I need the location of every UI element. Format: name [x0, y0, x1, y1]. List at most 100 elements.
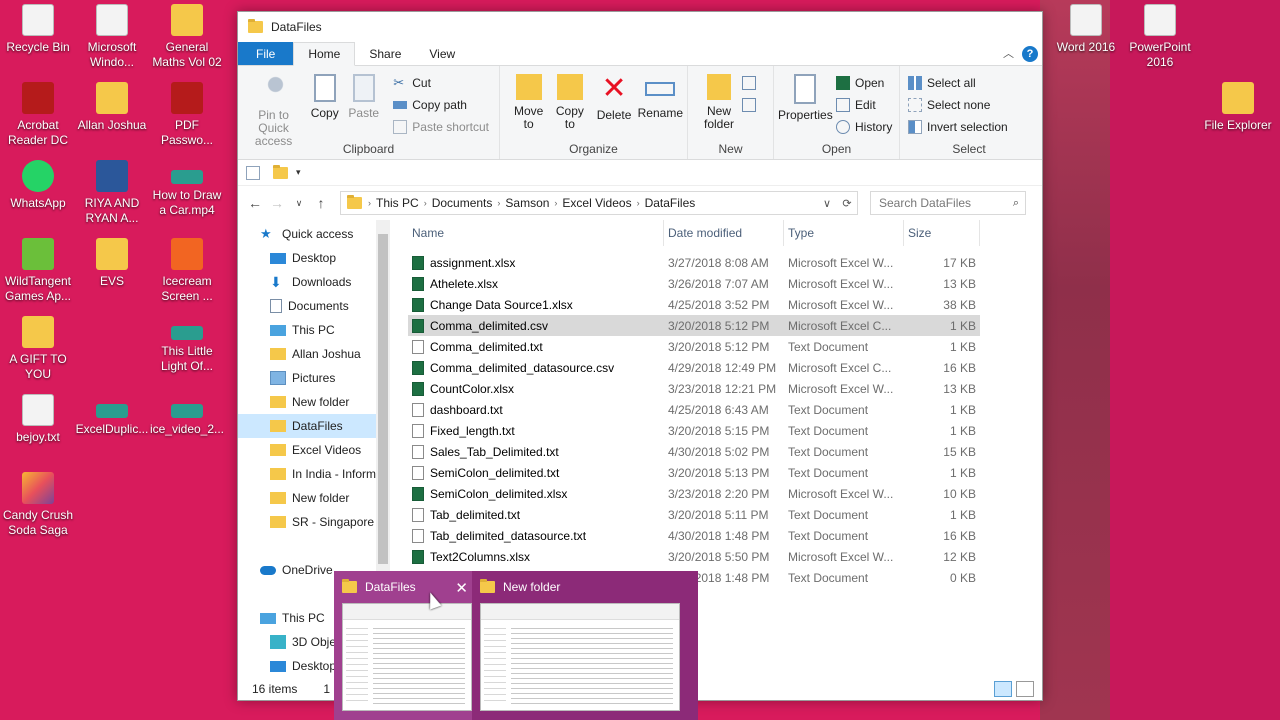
file-row[interactable]: Comma_delimited_datasource.csv 4/29/2018 …	[408, 357, 980, 378]
column-type[interactable]: Type	[784, 220, 904, 246]
file-date: 4/25/2018 6:43 AM	[668, 402, 769, 417]
file-row[interactable]: SemiColon_delimited.txt 3/20/2018 5:13 PM…	[408, 462, 980, 483]
details-view-icon[interactable]	[994, 681, 1012, 697]
nav-item[interactable]: Desktop⊸	[238, 246, 390, 270]
tab-share[interactable]: Share	[355, 42, 415, 65]
desktop-icon[interactable]: This Little Light Of...	[149, 316, 225, 374]
nav-item[interactable]: Documents⊸	[238, 294, 390, 318]
desktop-icon[interactable]: WhatsApp	[0, 160, 76, 211]
open-button[interactable]: Open	[836, 72, 898, 94]
up-arrow-icon[interactable]: ↑	[310, 195, 332, 211]
breadcrumb-item[interactable]: Documents	[427, 196, 498, 210]
desktop-icon[interactable]: bejoy.txt	[0, 394, 76, 445]
easy-access-button[interactable]	[742, 94, 767, 116]
address-bar[interactable]: › This PC › Documents › Samson › Excel Videos ›…	[340, 191, 858, 215]
desktop-icon[interactable]: Microsoft Windo...	[74, 4, 150, 70]
desktop-icon[interactable]: RIYA AND RYAN A...	[74, 160, 150, 226]
file-row[interactable]: Fixed_length.txt 3/20/2018 5:15 PM Text Do…	[408, 420, 980, 441]
desktop-icon[interactable]: File Explorer	[1199, 82, 1277, 133]
desktop-icon[interactable]: Allan Joshua	[74, 82, 150, 133]
customize-toolbar-icon[interactable]: ▾	[296, 167, 301, 178]
excel-file-icon	[412, 486, 424, 501]
copy-path-button[interactable]: Copy path	[393, 94, 495, 116]
nav-item[interactable]: DataFiles⊸	[238, 414, 390, 438]
nav-item[interactable]: SR - Singapore a	[238, 510, 390, 534]
file-size: 1 KB	[949, 339, 976, 354]
file-name: dashboard.txt	[430, 402, 503, 417]
tab-home[interactable]: Home	[293, 42, 356, 66]
desktop-icon[interactable]: ice_video_2...	[149, 394, 225, 437]
nav-item[interactable]: Excel Videos	[238, 438, 390, 462]
close-icon[interactable]: ✕	[455, 579, 468, 597]
select-none-button[interactable]: Select none	[908, 94, 1014, 116]
forward-arrow-icon[interactable]: →	[266, 195, 288, 211]
breadcrumb-item[interactable]: Samson	[500, 196, 554, 210]
breadcrumb-item[interactable]: Excel Videos	[557, 196, 636, 210]
select-all-button[interactable]: Select all	[908, 72, 1014, 94]
desktop-icon[interactable]: Recycle Bin	[0, 4, 76, 55]
history-button[interactable]: History	[836, 116, 898, 138]
breadcrumb-item[interactable]: DataFiles	[640, 196, 701, 210]
search-input[interactable]: Search DataFiles ⌕	[870, 191, 1026, 215]
recent-locations-icon[interactable]: ∨	[288, 198, 310, 209]
file-row[interactable]: Comma_delimited.csv 3/20/2018 5:12 PM Micr…	[408, 315, 980, 336]
nav-item-label: Desktop	[292, 659, 337, 673]
edit-button[interactable]: Edit	[836, 94, 898, 116]
address-dropdown-icon[interactable]: ∨	[817, 197, 837, 210]
file-row[interactable]: Text2Columns.xlsx 3/20/2018 5:50 PM Micros…	[408, 546, 980, 567]
help-icon[interactable]: ?	[1022, 46, 1038, 62]
file-row[interactable]: dashboard.txt 4/25/2018 6:43 AM Text Docum…	[408, 399, 980, 420]
nav-item[interactable]: This PC⊸	[238, 318, 390, 342]
nav-scrollbar-thumb[interactable]	[378, 234, 388, 564]
file-row[interactable]: Tab_delimited.txt 3/20/2018 5:11 PM Text D…	[408, 504, 980, 525]
preview-new-folder[interactable]: New folder	[480, 571, 690, 720]
invert-selection-button[interactable]: Invert selection	[908, 116, 1014, 138]
nav-item[interactable]: Pictures⊸	[238, 366, 390, 390]
new-folder-icon[interactable]	[273, 164, 288, 179]
desktop-icon[interactable]: PowerPoint 2016	[1122, 4, 1198, 70]
preview-datafiles[interactable]: DataFiles ✕	[334, 571, 472, 720]
large-icons-view-icon[interactable]	[1016, 681, 1034, 697]
video-file-icon	[96, 404, 128, 418]
nav-item[interactable]: New folder⊸	[238, 390, 390, 414]
file-row[interactable]: SemiColon_delimited.xlsx 3/23/2018 2:20 P…	[408, 483, 980, 504]
file-row[interactable]: Tab_delimited_datasource.txt 4/30/2018 1:…	[408, 525, 980, 546]
cut-button[interactable]: ✂ Cut	[393, 72, 495, 94]
column-date[interactable]: Date modified	[664, 220, 784, 246]
new-item-button[interactable]	[742, 72, 767, 94]
nav-item[interactable]: New folder	[238, 486, 390, 510]
desktop-icon[interactable]: ExcelDuplic...	[74, 394, 150, 437]
properties-check-icon[interactable]	[246, 165, 260, 180]
back-arrow-icon[interactable]: ←	[244, 195, 266, 211]
tab-view[interactable]: View	[415, 42, 469, 65]
column-size[interactable]: Size	[904, 220, 980, 246]
file-row[interactable]: Athelete.xlsx 3/26/2018 7:07 AM Microsoft …	[408, 273, 980, 294]
desktop-icon[interactable]: How to Draw a Car.mp4	[149, 160, 225, 218]
tab-file[interactable]: File	[238, 42, 294, 65]
file-row[interactable]: Sales_Tab_Delimited.txt 4/30/2018 5:02 PM…	[408, 441, 980, 462]
desktop-icon[interactable]: Word 2016	[1048, 4, 1124, 55]
desktop-icon[interactable]: Candy Crush Soda Saga	[0, 472, 76, 538]
desktop-icon[interactable]: Acrobat Reader DC	[0, 82, 76, 148]
title-bar[interactable]: DataFiles	[238, 12, 1042, 42]
nav-item[interactable]: Allan Joshua⊸	[238, 342, 390, 366]
file-row[interactable]: Comma_delimited.txt 3/20/2018 5:12 PM Text…	[408, 336, 980, 357]
file-size: 13 KB	[943, 381, 976, 396]
desktop-icon[interactable]: Icecream Screen ...	[149, 238, 225, 304]
chevron-up-icon[interactable]: ︿	[1003, 45, 1014, 61]
breadcrumb-item[interactable]: This PC	[371, 196, 424, 210]
file-row[interactable]: Change Data Source1.xlsx 4/25/2018 3:52 P…	[408, 294, 980, 315]
desktop-icon[interactable]: WildTangent Games Ap...	[0, 238, 76, 304]
desktop-icon[interactable]: PDF Passwo...	[149, 82, 225, 148]
refresh-icon[interactable]: ⟳	[837, 197, 857, 210]
desktop-icon[interactable]: A GIFT TO YOU	[0, 316, 76, 382]
file-row[interactable]: assignment.xlsx 3/27/2018 8:08 AM Microsof…	[408, 252, 980, 273]
file-row[interactable]: CountColor.xlsx 3/23/2018 12:21 PM Microso…	[408, 378, 980, 399]
desktop-icon[interactable]: General Maths Vol 02	[149, 4, 225, 70]
paste-shortcut-button[interactable]: Paste shortcut	[393, 116, 495, 138]
nav-item[interactable]: ⬇Downloads⊸	[238, 270, 390, 294]
column-name[interactable]: Name	[408, 220, 664, 246]
nav-item[interactable]: In India - Inform	[238, 462, 390, 486]
nav-item[interactable]: ★ Quick access	[238, 222, 390, 246]
desktop-icon[interactable]: EVS	[74, 238, 150, 289]
